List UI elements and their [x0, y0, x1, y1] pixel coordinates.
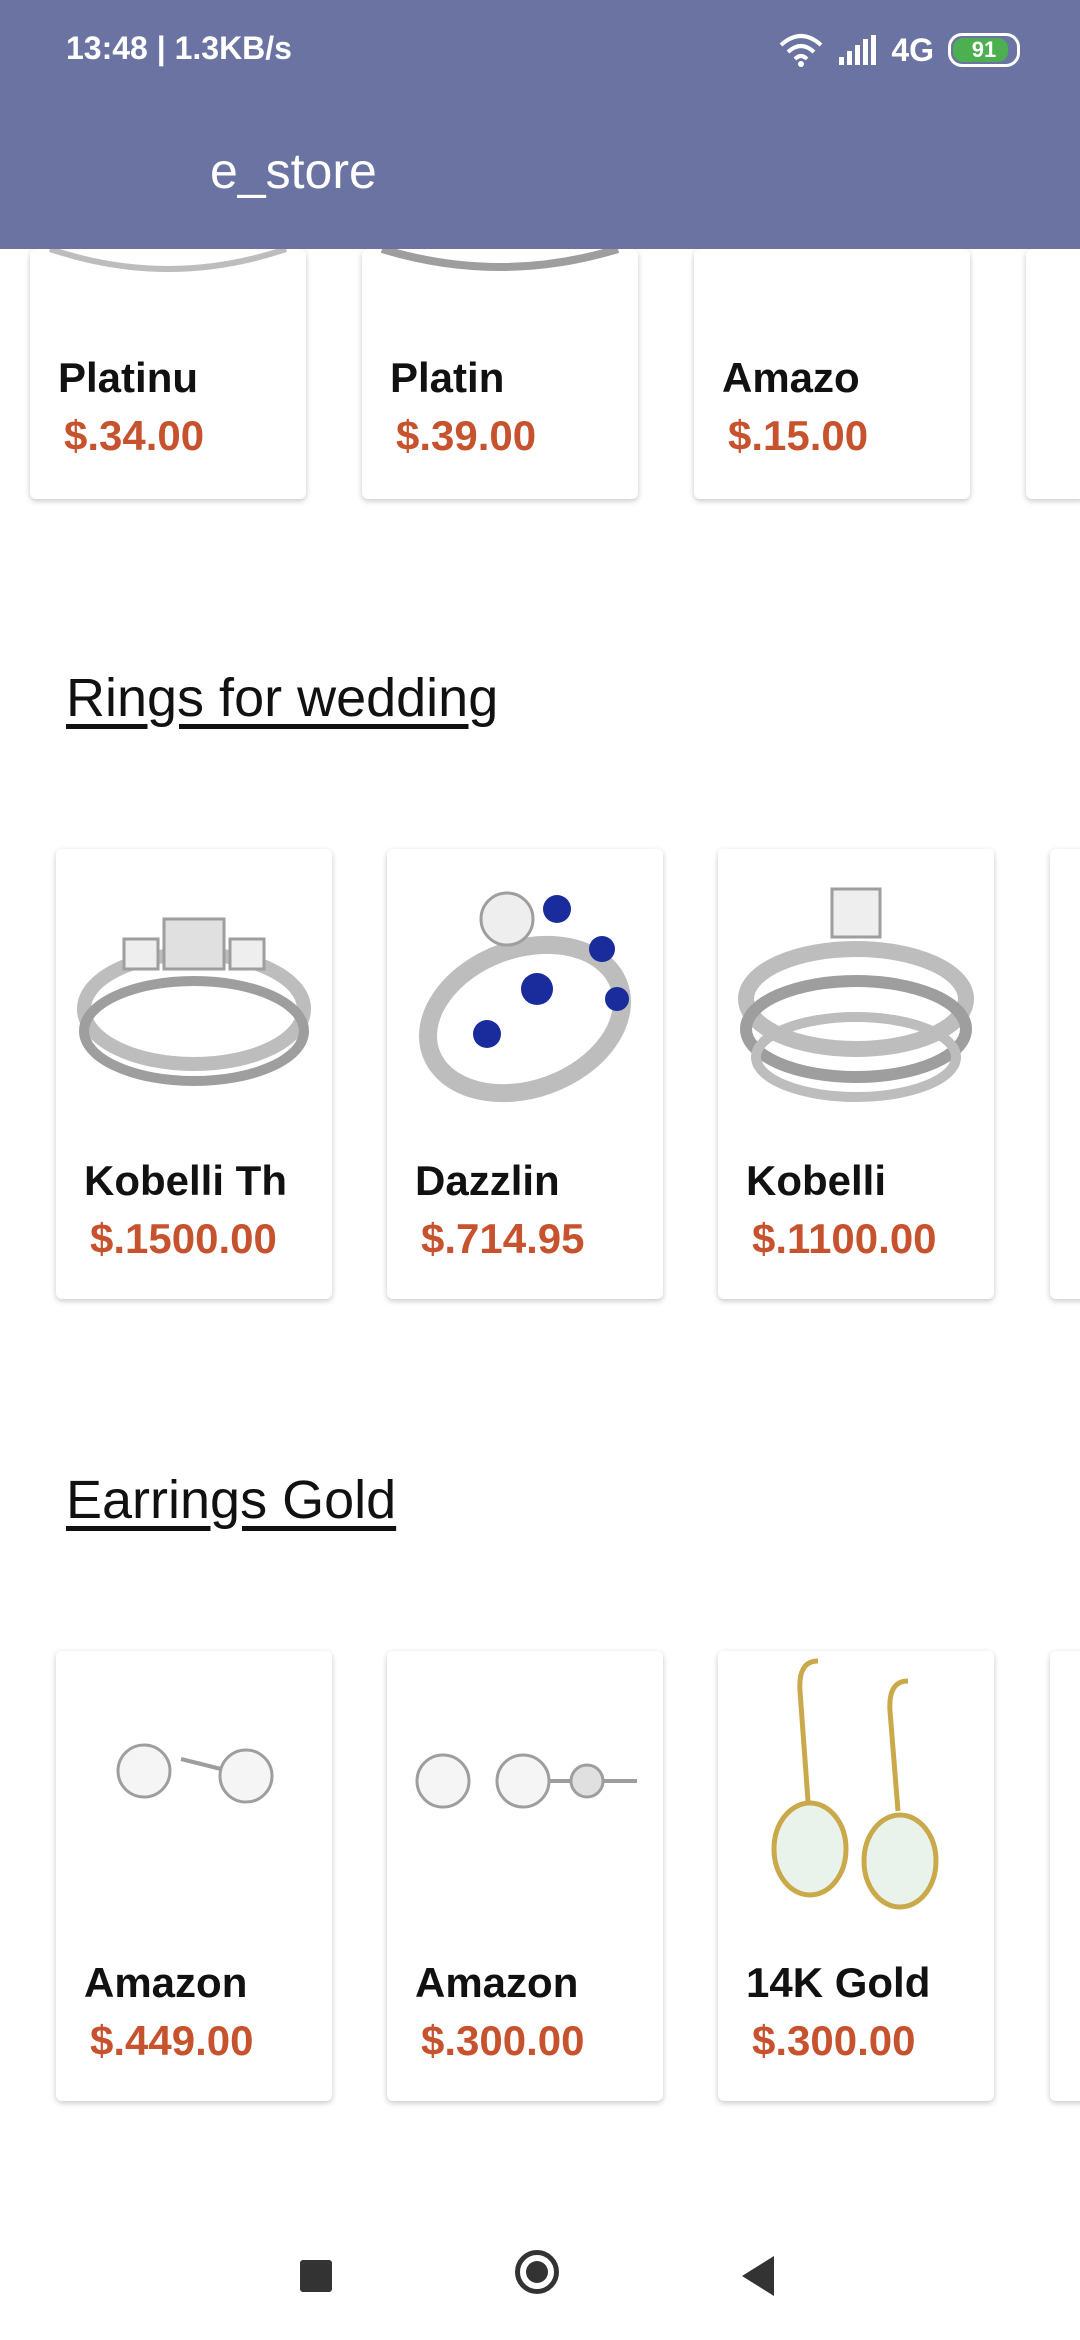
product-card[interactable]: Kobelli Th $.1500.00 — [56, 849, 332, 1299]
product-feed[interactable]: Platinu $.34.00 Platin $.39.00 Amazo $.1… — [0, 249, 1080, 2219]
battery-level: 91 — [971, 37, 997, 62]
product-price: $.300.00 — [421, 2017, 585, 2064]
product-price: $.1100.00 — [752, 1215, 937, 1262]
app-bar: 13:48 | 1.3KB/s 4G 91 e_store — [0, 0, 1080, 249]
product-row-earrings[interactable]: Amazon $.449.00 Amazon $.300.00 14K Gold… — [0, 1651, 1080, 2111]
product-card[interactable]: 14K Gold $.300.00 — [718, 1651, 994, 2101]
recent-apps-icon[interactable] — [300, 2260, 332, 2292]
back-icon[interactable] — [742, 2256, 774, 2296]
section-title-rings[interactable]: Rings for wedding — [66, 667, 498, 729]
home-icon[interactable] — [515, 2250, 559, 2294]
product-price: $.1500.00 — [90, 1215, 277, 1262]
product-image — [30, 249, 306, 329]
product-name: 14K Gold — [746, 1959, 931, 2006]
product-name: Amazon — [84, 1959, 248, 2006]
wifi-icon — [779, 34, 823, 67]
product-row-top[interactable]: Platinu $.34.00 Platin $.39.00 Amazo $.1… — [0, 249, 1080, 709]
signal-icon — [839, 35, 877, 65]
product-card[interactable]: Amazon $.300.00 — [387, 1651, 663, 2101]
product-price: $.15.00 — [728, 412, 869, 459]
status-icons: 4G 91 — [779, 28, 1020, 72]
product-card[interactable]: Dazzlin $.714.95 — [387, 849, 663, 1299]
product-card[interactable]: Amazo $.15.00 — [694, 249, 970, 499]
earring-image — [718, 1651, 994, 1931]
product-price: $.714.95 — [421, 1215, 585, 1262]
product-name: Platinu — [58, 354, 199, 401]
product-card[interactable]: Platinu $.34.00 — [30, 249, 306, 499]
product-card[interactable]: Platin $.39.00 — [362, 249, 638, 499]
section-title-earrings[interactable]: Earrings Gold — [66, 1469, 396, 1531]
network-type: 4G — [891, 31, 934, 68]
status-time: 13:48 | 1.3KB/s — [66, 30, 292, 66]
product-card-partial[interactable] — [1026, 249, 1080, 499]
app-title: e_store — [210, 143, 377, 199]
product-price: $.34.00 — [64, 412, 205, 459]
product-card-partial[interactable] — [1050, 1651, 1080, 2101]
product-card[interactable]: Amazon $.449.00 — [56, 1651, 332, 2101]
product-name: Kobelli — [746, 1157, 887, 1204]
product-row-rings[interactable]: Kobelli Th $.1500.00 Dazzlin $.714.95 Ko… — [0, 849, 1080, 1309]
earring-image — [56, 1651, 332, 1931]
product-card[interactable]: Kobelli $.1100.00 — [718, 849, 994, 1299]
product-price: $.300.00 — [752, 2017, 916, 2064]
product-price: $.449.00 — [90, 2017, 254, 2064]
product-price: $.39.00 — [396, 412, 537, 459]
product-name: Amazon — [415, 1959, 579, 2006]
product-name: Kobelli Th — [84, 1157, 287, 1204]
earring-image — [387, 1651, 663, 1931]
product-card-partial[interactable] — [1050, 849, 1080, 1299]
battery-icon: 91 — [948, 33, 1020, 67]
ring-image — [718, 849, 994, 1129]
product-image — [694, 249, 970, 329]
product-name: Dazzlin — [415, 1157, 560, 1204]
product-image — [362, 249, 638, 329]
product-name: Amazo — [722, 354, 860, 401]
ring-image — [56, 849, 332, 1129]
ring-image — [387, 849, 663, 1129]
product-name: Platin — [390, 354, 505, 401]
